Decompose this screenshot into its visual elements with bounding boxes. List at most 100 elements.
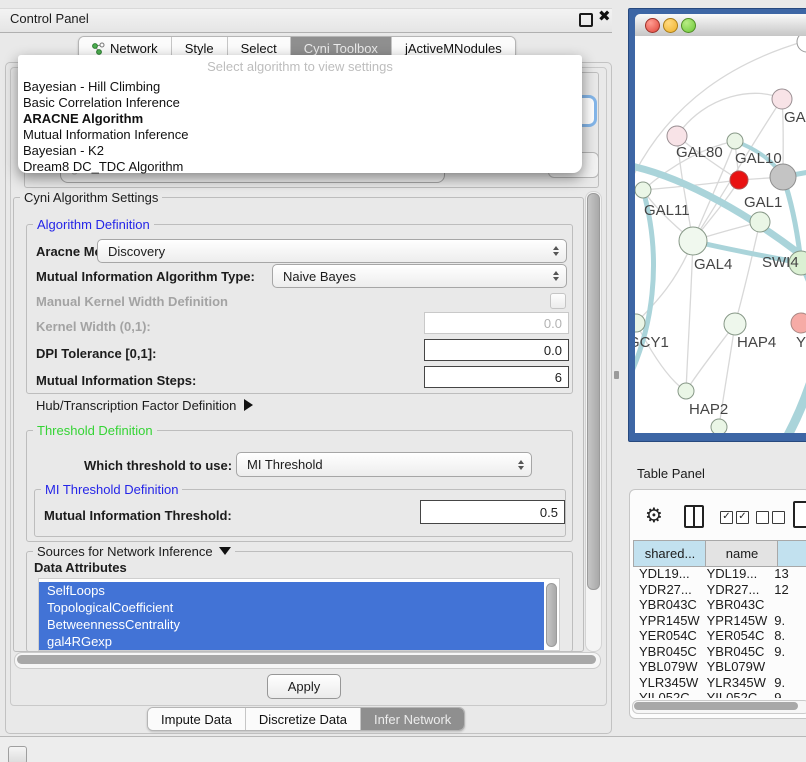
network-node[interactable]	[797, 36, 806, 52]
dpi-tolerance-field[interactable]: 0.0	[424, 339, 569, 361]
data-attribute-item[interactable]: BetweennessCentrality	[39, 616, 544, 633]
algorithm-option[interactable]: Dream8 DC_TDC Algorithm	[18, 159, 582, 175]
network-node-gal4[interactable]	[679, 227, 707, 255]
table-cell: YER054C	[633, 628, 701, 644]
control-panel-titlebar	[0, 8, 612, 33]
network-window-titlebar[interactable]	[635, 14, 806, 37]
aracne-mode-combo[interactable]: Discovery	[97, 239, 567, 263]
table-row[interactable]: YBR043CYBR043C	[633, 597, 806, 613]
network-edge[interactable]	[735, 222, 760, 324]
table-cell: YIL052C	[701, 690, 769, 698]
table-cell: 12	[768, 582, 806, 598]
bottom-tab-infer-network[interactable]: Infer Network	[361, 708, 464, 730]
algorithm-option[interactable]: Bayesian - K2	[18, 143, 582, 159]
mi-steps-field[interactable]: 6	[424, 366, 569, 388]
apply-button[interactable]: Apply	[267, 674, 341, 699]
collapsed-panel-button[interactable]	[8, 746, 27, 762]
select-all-rows-icon[interactable]: ✓ ✓	[720, 511, 749, 524]
network-edge[interactable]	[686, 241, 693, 391]
network-node-gal1[interactable]	[750, 212, 770, 232]
tab-label: jActiveMNodules	[405, 41, 502, 56]
hub-definition-expander[interactable]: Hub/Transcription Factor Definition	[36, 398, 253, 413]
table-row[interactable]: YIL052CYIL052C9	[633, 690, 806, 698]
table-row[interactable]: YBR045CYBR045C9.	[633, 644, 806, 660]
table-cell: YBR043C	[633, 597, 701, 613]
network-edge[interactable]	[635, 190, 653, 386]
bottom-tab-discretize-data[interactable]: Discretize Data	[246, 708, 361, 730]
table-row[interactable]: YPR145WYPR145W9.	[633, 613, 806, 629]
table-row[interactable]: YER054CYER054C8.	[633, 628, 806, 644]
network-node-label: GAL4	[694, 256, 732, 273]
algorithm-option[interactable]: ARACNE Algorithm	[18, 111, 582, 127]
close-window-icon[interactable]	[645, 18, 660, 33]
network-node-y[interactable]	[791, 313, 806, 333]
new-column-icon[interactable]	[793, 501, 806, 528]
deselect-all-rows-icon[interactable]	[756, 511, 785, 524]
expand-arrow-icon	[244, 399, 253, 411]
float-panel-icon[interactable]	[579, 13, 593, 27]
mi-algorithm-type-combo[interactable]: Naive Bayes	[272, 264, 567, 288]
table-cell: 8.	[768, 628, 806, 644]
zoom-window-icon[interactable]	[681, 18, 696, 33]
table-column-header[interactable]: shared...	[633, 540, 706, 567]
table-row[interactable]: YLR345WYLR345W9.	[633, 675, 806, 691]
tab-label: Network	[110, 41, 158, 56]
network-node-hap4[interactable]	[724, 313, 746, 335]
mi-threshold-label: Mutual Information Threshold:	[44, 508, 232, 523]
collapse-arrow-icon	[219, 547, 231, 555]
table-row[interactable]: YDR27...YDR27...12	[633, 582, 806, 598]
network-edge[interactable]	[686, 324, 735, 391]
table-cell: YLR345W	[633, 675, 701, 691]
split-column-view-icon[interactable]	[684, 505, 704, 528]
bottom-tab-label: Infer Network	[374, 712, 451, 727]
algorithm-option[interactable]: Bayesian - Hill Climbing	[18, 79, 582, 95]
network-graph: GALGAL80GAL10GAL1GAL11GAL4SWI4GCY1HAP4YH…	[635, 36, 806, 433]
mi-threshold-definition-label: MI Threshold Definition	[41, 482, 182, 497]
data-attributes-list: SelfLoopsTopologicalCoefficientBetweenne…	[38, 578, 560, 651]
table-panel-title: Table Panel	[637, 466, 705, 481]
data-attribute-item[interactable]: gal4RGexp	[39, 633, 544, 650]
settings-scrollbar-thumb[interactable]	[587, 193, 600, 590]
network-node[interactable]	[770, 164, 796, 190]
manual-kernel-width-checkbox[interactable]	[550, 293, 566, 309]
splitter-handle[interactable]	[614, 371, 619, 379]
table-cell: 9.	[768, 613, 806, 629]
settings-hscrollbar-thumb[interactable]	[17, 655, 596, 664]
sources-group-label[interactable]: Sources for Network Inference	[33, 544, 235, 559]
table-row[interactable]: YBL079WYBL079W	[633, 659, 806, 675]
table-hscrollbar-thumb[interactable]	[634, 702, 798, 710]
unchecked-box-icon	[756, 511, 769, 524]
table-cell: YPR145W	[701, 613, 769, 629]
kernel-width-field[interactable]: 0.0	[424, 312, 569, 334]
table-row[interactable]: YDL19...YDL19...13	[633, 566, 806, 582]
attributes-scrollbar-thumb[interactable]	[546, 583, 557, 647]
aracne-mode-value: Discovery	[108, 244, 165, 259]
network-node-gal80[interactable]	[667, 126, 687, 146]
mi-threshold-field[interactable]: 0.5	[420, 500, 565, 524]
data-attribute-item[interactable]: SelfLoops	[39, 582, 544, 599]
network-edge[interactable]	[636, 241, 693, 323]
network-node-label: GAL80	[676, 144, 723, 161]
minimize-window-icon[interactable]	[663, 18, 678, 33]
network-node[interactable]	[730, 171, 748, 189]
network-node-gal10[interactable]	[727, 133, 743, 149]
close-panel-icon[interactable]: ✖	[598, 9, 611, 24]
table-column-header[interactable]	[777, 540, 806, 567]
table-column-header[interactable]: name	[705, 540, 778, 567]
hub-definition-label: Hub/Transcription Factor Definition	[36, 398, 236, 413]
network-node-hap2[interactable]	[678, 383, 694, 399]
algorithm-option[interactable]: Basic Correlation Inference	[18, 95, 582, 111]
network-edge[interactable]	[773, 341, 806, 433]
network-node-gal[interactable]	[772, 89, 792, 109]
settings-gear-icon[interactable]: ⚙	[645, 503, 663, 528]
which-threshold-combo[interactable]: MI Threshold	[236, 452, 532, 477]
network-node-gal11[interactable]	[635, 182, 651, 198]
network-node[interactable]	[711, 419, 727, 433]
cyni-algorithm-settings-label: Cyni Algorithm Settings	[20, 190, 162, 205]
algorithm-option[interactable]: Mutual Information Inference	[18, 127, 582, 143]
mi-algorithm-type-label: Mutual Information Algorithm Type:	[36, 269, 255, 284]
bottom-tab-impute-data[interactable]: Impute Data	[148, 708, 246, 730]
network-canvas[interactable]: GALGAL80GAL10GAL1GAL11GAL4SWI4GCY1HAP4YH…	[635, 36, 806, 433]
data-attribute-item[interactable]: TopologicalCoefficient	[39, 599, 544, 616]
table-rows: YDL19...YDL19...13YDR27...YDR27...12YBR0…	[633, 566, 806, 698]
